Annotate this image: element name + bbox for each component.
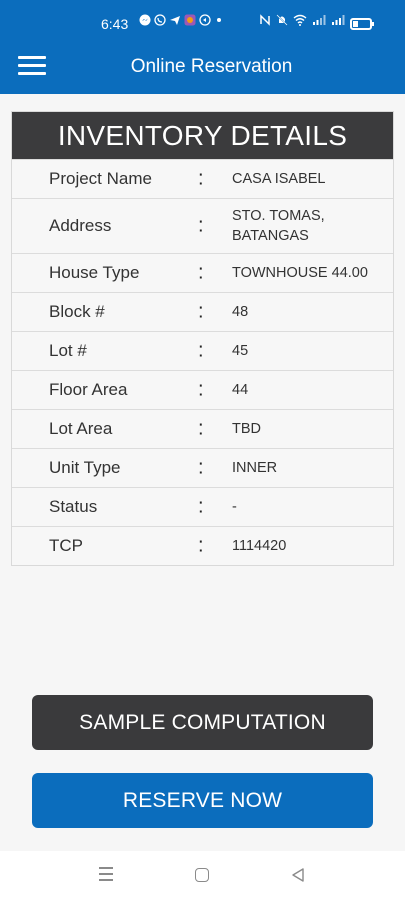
dot-icon bbox=[214, 14, 224, 32]
row-colon: : bbox=[198, 495, 204, 518]
messenger-icon bbox=[139, 14, 151, 32]
row-value: STO. TOMAS, BATANGAS bbox=[232, 206, 382, 246]
mute-icon bbox=[276, 14, 288, 32]
row-project-name: Project Name : CASA ISABEL bbox=[12, 159, 393, 198]
row-colon: : bbox=[198, 167, 204, 190]
row-colon: : bbox=[198, 378, 204, 401]
row-unit-type: Unit Type : INNER bbox=[12, 448, 393, 487]
sync-icon bbox=[199, 14, 211, 32]
recent-apps-icon[interactable] bbox=[99, 867, 113, 883]
telegram-icon bbox=[169, 14, 181, 32]
system-navigation-bar bbox=[0, 851, 405, 900]
status-time: 6:43 bbox=[101, 16, 129, 32]
address-line-1: STO. TOMAS, bbox=[232, 208, 325, 224]
page-title: Online Reservation bbox=[130, 56, 293, 77]
row-value: - bbox=[232, 499, 237, 515]
row-label: Lot Area bbox=[49, 419, 113, 438]
row-label: Block # bbox=[49, 302, 105, 321]
row-label: Project Name bbox=[49, 169, 152, 188]
signal-icon-2 bbox=[331, 14, 345, 32]
row-colon: : bbox=[198, 417, 204, 440]
row-value: 44 bbox=[232, 382, 249, 398]
row-tcp: TCP : 1114420 bbox=[12, 526, 393, 565]
row-address: Address : STO. TOMAS, BATANGAS bbox=[12, 198, 393, 253]
row-label: Address bbox=[49, 216, 112, 235]
back-icon[interactable] bbox=[291, 867, 305, 883]
row-lot: Lot # : 45 bbox=[12, 331, 393, 370]
home-icon[interactable] bbox=[195, 868, 209, 882]
row-colon: : bbox=[198, 214, 204, 237]
notification-icons bbox=[139, 14, 224, 32]
row-floor-area: Floor Area : 44 bbox=[12, 370, 393, 409]
row-label: Lot # bbox=[49, 341, 87, 360]
app-header: 6:43 Online Reservation bbox=[0, 0, 405, 94]
row-block: Block # : 48 bbox=[12, 292, 393, 331]
signal-icon bbox=[312, 14, 326, 32]
row-lot-area: Lot Area : TBD bbox=[12, 409, 393, 448]
row-value: TBD bbox=[232, 421, 261, 437]
app-notification-icon bbox=[184, 14, 196, 32]
row-value: 1114420 bbox=[232, 538, 287, 554]
row-colon: : bbox=[198, 300, 204, 323]
address-line-2: BATANGAS bbox=[232, 228, 309, 244]
row-house-type: House Type : TOWNHOUSE 44.00 bbox=[12, 253, 393, 292]
row-value: TOWNHOUSE 44.00 bbox=[232, 265, 368, 281]
row-label: TCP bbox=[49, 536, 83, 555]
inventory-details-card: INVENTORY DETAILS Project Name : CASA IS… bbox=[11, 111, 394, 566]
row-value: 45 bbox=[232, 343, 249, 359]
nfc-icon bbox=[259, 14, 271, 32]
row-value: INNER bbox=[232, 460, 278, 476]
row-status: Status : - bbox=[12, 487, 393, 526]
row-colon: : bbox=[198, 534, 204, 557]
row-label: Status bbox=[49, 497, 98, 516]
viber-icon bbox=[154, 14, 166, 32]
row-colon: : bbox=[198, 456, 204, 479]
system-icons bbox=[259, 14, 374, 32]
row-colon: : bbox=[198, 339, 204, 362]
status-bar: 6:43 bbox=[0, 0, 405, 48]
row-value: CASA ISABEL bbox=[232, 171, 326, 187]
row-label: Unit Type bbox=[49, 458, 121, 477]
row-label: Floor Area bbox=[49, 380, 128, 399]
battery-icon bbox=[350, 18, 374, 30]
wifi-icon bbox=[293, 14, 307, 32]
reserve-now-button[interactable]: RESERVE NOW bbox=[32, 773, 373, 828]
sample-computation-button[interactable]: SAMPLE COMPUTATION bbox=[32, 695, 373, 750]
row-label: House Type bbox=[49, 263, 140, 282]
row-colon: : bbox=[198, 261, 204, 284]
row-value: 48 bbox=[232, 304, 249, 320]
inventory-heading: INVENTORY DETAILS bbox=[12, 112, 393, 159]
